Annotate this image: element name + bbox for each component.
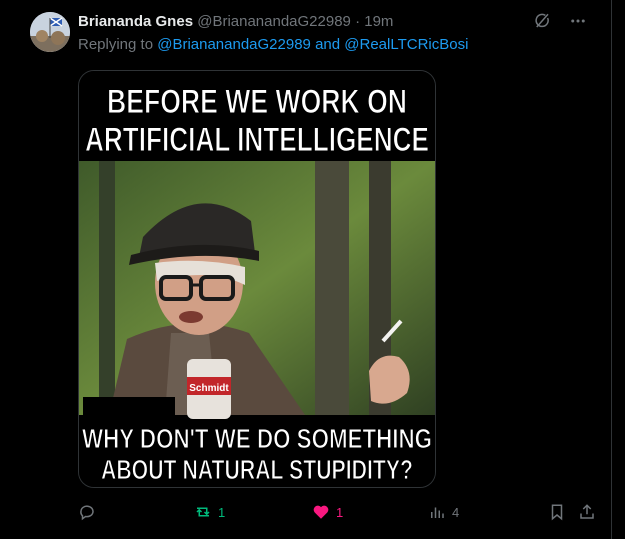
- repost-count: 1: [218, 504, 226, 520]
- views-icon: [431, 507, 444, 518]
- reply-mention-2[interactable]: @RealLTCRicBosi: [344, 36, 468, 53]
- post-time[interactable]: 19m: [364, 13, 393, 30]
- caption-bottom-line-2: ABOUT NATURAL STUPIDITY?: [101, 454, 413, 485]
- reply-and: and: [315, 36, 341, 53]
- reply-button[interactable]: [78, 500, 102, 524]
- like-icon: [313, 505, 329, 519]
- views-button[interactable]: 4: [428, 500, 459, 524]
- post-container[interactable]: Briananda Gnes @BriananandaG22989 · 19m …: [0, 0, 612, 539]
- like-count: 1: [336, 504, 344, 520]
- replying-to: Replying to @BriananandaG22989 and @Real…: [78, 35, 468, 55]
- replying-prefix: Replying to: [78, 36, 154, 53]
- bookmark-icon: [551, 504, 563, 521]
- time-separator: ·: [355, 13, 361, 30]
- display-name[interactable]: Briananda Gnes: [78, 13, 193, 30]
- user-handle[interactable]: @BriananandaG22989: [197, 13, 351, 30]
- meme-image[interactable]: Schmidt BEFORE WE WORK ON ARTIFICIAL INT…: [78, 70, 436, 488]
- caption-top-line-1: BEFORE WE WORK ON: [107, 83, 407, 121]
- reply-mention-1[interactable]: @BriananandaG22989: [157, 36, 311, 53]
- avatar[interactable]: [30, 12, 70, 52]
- share-icon: [580, 504, 594, 519]
- more-icon[interactable]: [567, 10, 589, 32]
- can-label: Schmidt: [189, 383, 229, 394]
- redaction-bar: [83, 397, 175, 415]
- grok-icon[interactable]: [531, 10, 553, 32]
- caption-bottom-line-1: WHY DON'T WE DO SOMETHING: [82, 423, 432, 454]
- action-bar: 1 1 4: [78, 500, 602, 524]
- like-button[interactable]: 1: [312, 500, 343, 524]
- reply-icon: [80, 505, 94, 521]
- share-button[interactable]: [578, 500, 596, 524]
- bookmark-button[interactable]: [548, 500, 566, 524]
- repost-button[interactable]: 1: [194, 500, 225, 524]
- views-count: 4: [452, 504, 460, 520]
- post-top-icons: [531, 10, 589, 32]
- repost-icon: [196, 507, 210, 517]
- post-header: Briananda Gnes @BriananandaG22989 · 19m: [78, 12, 393, 32]
- caption-top-line-2: ARTIFICIAL INTELLIGENCE: [85, 121, 429, 159]
